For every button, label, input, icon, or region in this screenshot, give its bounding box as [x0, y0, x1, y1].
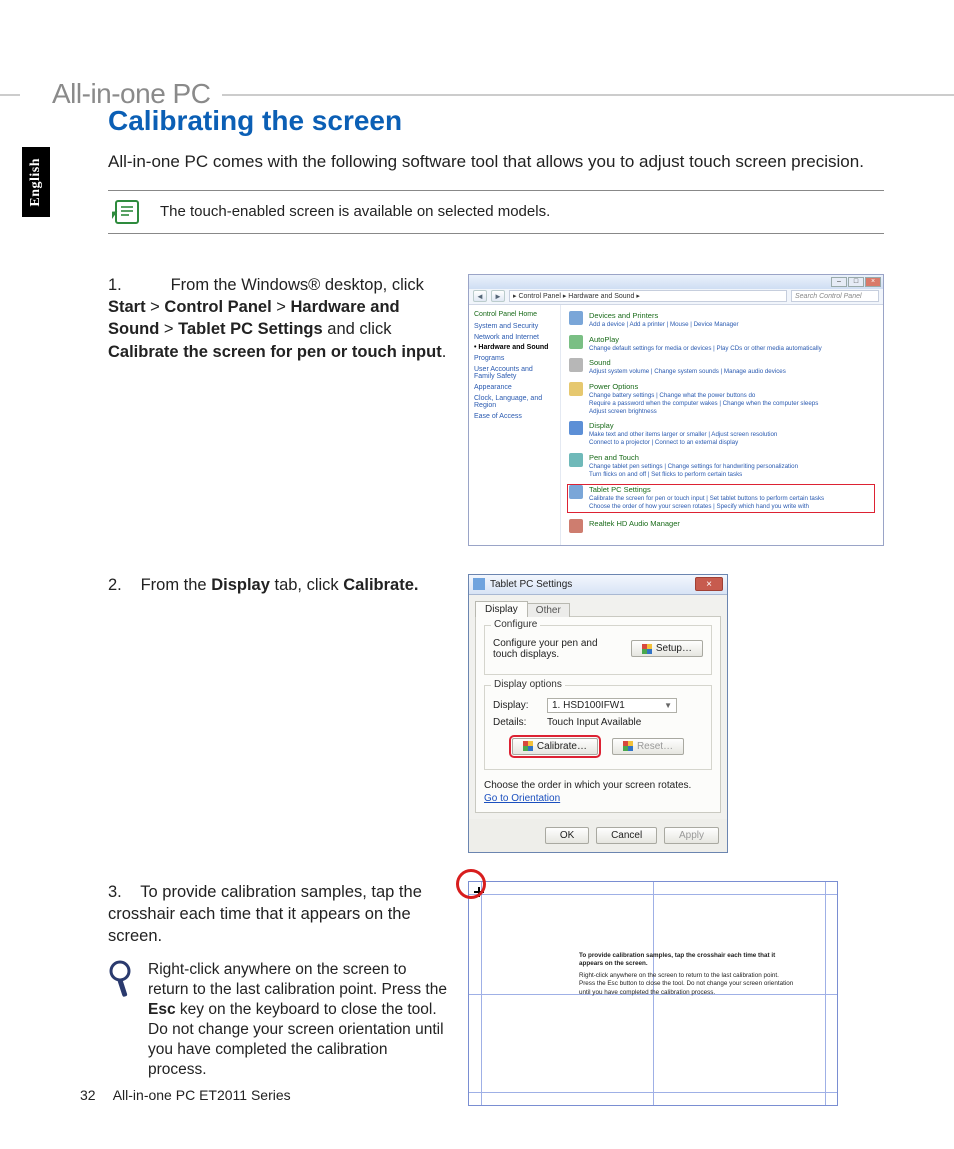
sidebar-item[interactable]: System and Security — [474, 323, 555, 331]
language-label: English — [28, 158, 44, 207]
orientation-link[interactable]: Go to Orientation — [484, 793, 712, 804]
control-panel-window: – □ × ◄ ► ▸ Control Panel ▸ Hardware and… — [468, 274, 884, 546]
magnifier-icon — [108, 960, 138, 1006]
realtek-icon — [569, 519, 583, 533]
pen-touch-icon — [569, 453, 583, 467]
power-icon — [569, 382, 583, 396]
tablet-pc-settings-highlight: Tablet PC SettingsCalibrate the screen f… — [567, 484, 875, 513]
minimize-button[interactable]: – — [831, 277, 847, 287]
titlebar: – □ × — [469, 275, 883, 289]
tab-display[interactable]: Display — [475, 601, 528, 617]
step-3-text: To provide calibration samples, tap the … — [108, 883, 422, 946]
highlight-circle — [456, 869, 486, 899]
reset-button[interactable]: Reset… — [612, 738, 684, 755]
tablet-pc-icon — [569, 485, 583, 499]
close-button[interactable]: × — [865, 277, 881, 287]
tip-box: Right-click anywhere on the screen to re… — [108, 960, 448, 1081]
breadcrumb[interactable]: ▸ Control Panel ▸ Hardware and Sound ▸ — [509, 290, 787, 302]
step-2: 2. From the Display tab, click Calibrate… — [108, 574, 884, 853]
maximize-button[interactable]: □ — [848, 277, 864, 287]
sidebar-item[interactable]: Clock, Language, and Region — [474, 395, 555, 410]
step-3: 3. To provide calibration samples, tap t… — [108, 881, 884, 1106]
sidebar: Control Panel Home System and Security N… — [469, 305, 561, 545]
section-title: Calibrating the screen — [108, 105, 884, 137]
tablet-pc-settings-dialog: Tablet PC Settings × DisplayOther Config… — [468, 574, 728, 853]
cancel-button[interactable]: Cancel — [596, 827, 657, 844]
ok-button[interactable]: OK — [545, 827, 589, 844]
calibrate-button[interactable]: Calibrate… — [512, 738, 598, 755]
note-box: The touch-enabled screen is available on… — [108, 190, 884, 234]
dialog-titlebar: Tablet PC Settings × — [469, 575, 727, 595]
intro-paragraph: All-in-one PC comes with the following s… — [108, 151, 884, 174]
main-panel: Devices and PrintersAdd a device | Add a… — [561, 305, 883, 545]
step-number: 1. — [108, 274, 136, 296]
display-select[interactable]: 1. HSD100IFW1▼ — [547, 698, 677, 713]
dialog-icon — [473, 578, 485, 590]
step-1: 1. From the Windows® desktop, click Star… — [108, 274, 884, 546]
dialog-title: Tablet PC Settings — [490, 579, 695, 590]
shield-icon — [623, 741, 633, 751]
series-label: All-in-one PC ET2011 Series — [113, 1087, 291, 1103]
shield-icon — [642, 644, 652, 654]
group-configure: Configure Configure your pen and touch d… — [484, 625, 712, 675]
step-number: 2. — [108, 574, 136, 596]
devices-icon — [569, 311, 583, 325]
sidebar-item[interactable]: Network and Internet — [474, 334, 555, 342]
page-number: 32 — [80, 1087, 96, 1103]
sidebar-item[interactable]: Ease of Access — [474, 413, 555, 421]
autoplay-icon — [569, 335, 583, 349]
note-icon — [108, 197, 150, 227]
dialog-footer: OK Cancel Apply — [469, 819, 727, 852]
step-number: 3. — [108, 881, 136, 903]
group-display-options: Display options Display: 1. HSD100IFW1▼ … — [484, 685, 712, 770]
display-icon — [569, 421, 583, 435]
sidebar-item[interactable]: Programs — [474, 355, 555, 363]
note-text: The touch-enabled screen is available on… — [150, 197, 550, 226]
search-input[interactable]: Search Control Panel — [791, 290, 879, 302]
language-tab: English — [22, 147, 50, 217]
nav-bar: ◄ ► ▸ Control Panel ▸ Hardware and Sound… — [469, 289, 883, 305]
tab-other[interactable]: Other — [527, 603, 570, 617]
sidebar-item[interactable]: Appearance — [474, 384, 555, 392]
sidebar-item-current[interactable]: Hardware and Sound — [474, 344, 555, 352]
apply-button[interactable]: Apply — [664, 827, 719, 844]
page-footer: 32 All-in-one PC ET2011 Series — [80, 1087, 291, 1103]
sidebar-heading: Control Panel Home — [474, 311, 555, 318]
calibration-screen: To provide calibration samples, tap the … — [468, 881, 838, 1106]
back-button[interactable]: ◄ — [473, 290, 487, 302]
shield-icon — [523, 741, 533, 751]
sound-icon — [569, 358, 583, 372]
close-button[interactable]: × — [695, 577, 723, 591]
forward-button[interactable]: ► — [491, 290, 505, 302]
sidebar-item[interactable]: User Accounts and Family Safety — [474, 366, 555, 381]
setup-button[interactable]: Setup… — [631, 640, 703, 657]
